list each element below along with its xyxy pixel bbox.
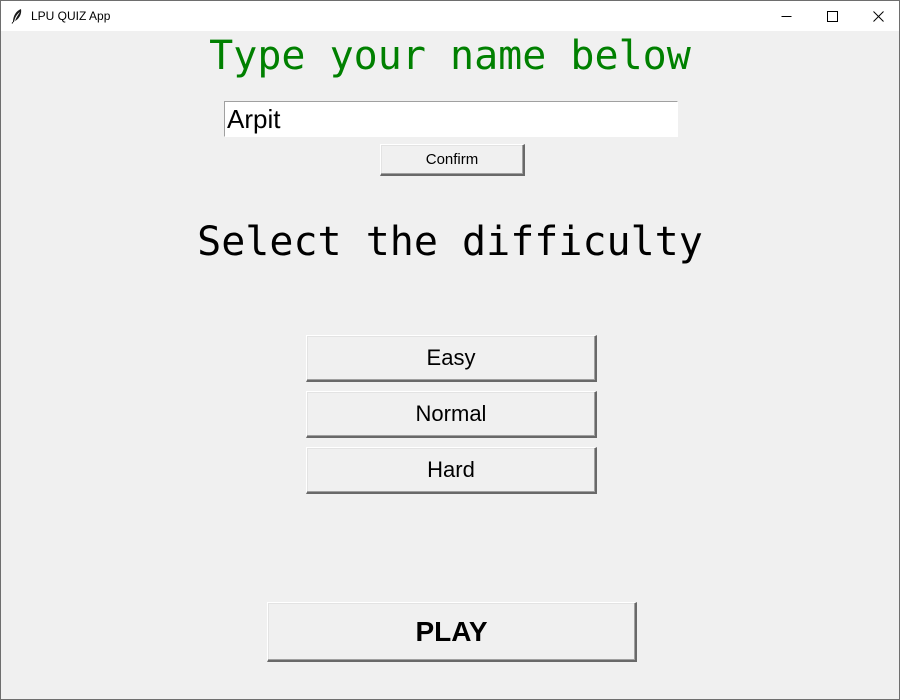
easy-button[interactable]: Easy — [306, 335, 597, 382]
maximize-button[interactable] — [809, 1, 855, 31]
title-bar[interactable]: LPU QUIZ App — [1, 1, 899, 31]
minimize-button[interactable] — [763, 1, 809, 31]
maximize-icon — [826, 10, 838, 22]
app-window: LPU QUIZ App Type your name below Confir… — [0, 0, 900, 700]
window-title: LPU QUIZ App — [31, 9, 111, 23]
feather-icon — [11, 9, 22, 24]
close-icon — [872, 10, 884, 22]
hard-button[interactable]: Hard — [306, 447, 597, 494]
confirm-button[interactable]: Confirm — [380, 144, 525, 176]
close-button[interactable] — [855, 1, 900, 31]
minimize-icon — [781, 15, 791, 17]
name-heading: Type your name below — [209, 33, 691, 79]
play-button[interactable]: PLAY — [267, 602, 637, 662]
normal-button[interactable]: Normal — [306, 391, 597, 438]
difficulty-heading: Select the difficulty — [197, 219, 703, 265]
name-input[interactable] — [224, 101, 678, 137]
